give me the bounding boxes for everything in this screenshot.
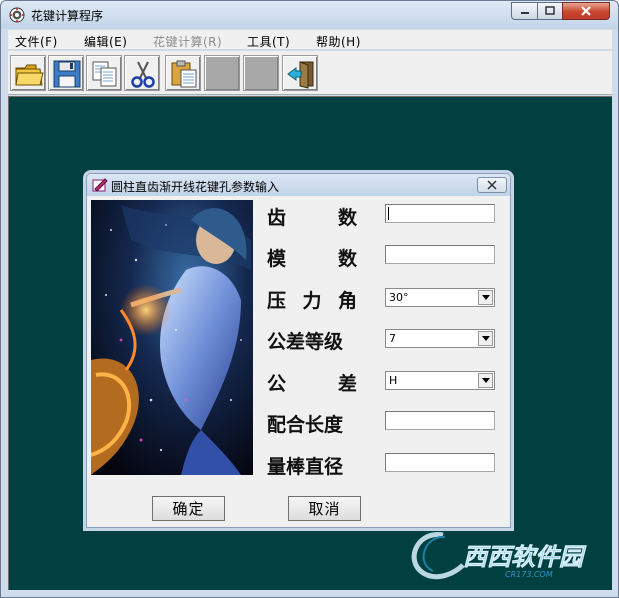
tolerance-grade-label: 公差等级 [267,331,344,353]
copy-button[interactable] [86,55,122,91]
tolerance-label-char-1: 公 [267,373,287,395]
pressure-angle-value: 30° [389,291,409,304]
module-label-char-2: 数 [337,248,357,270]
menu-tools[interactable]: 工具(T) [247,33,290,50]
dialog-icon [92,178,108,192]
exit-button[interactable] [282,55,318,91]
cut-icon [131,61,155,88]
dropdown-arrow[interactable] [478,331,493,346]
chevron-down-icon [481,378,490,383]
toolbar-blank-button-2[interactable] [243,55,279,91]
save-icon [53,60,81,88]
tolerance-label: 公 差 [267,369,357,396]
close-icon [487,180,497,190]
maximize-button[interactable] [537,2,563,20]
chevron-down-icon [481,295,490,300]
maximize-icon [545,6,555,15]
dropdown-arrow[interactable] [478,290,493,305]
pressure-angle-select[interactable]: 30° [385,288,495,307]
module-label-char-1: 模 [267,248,287,270]
title-bar[interactable]: 花键计算程序 [1,1,618,29]
illustration-image [91,200,253,475]
menu-help[interactable]: 帮助(H) [316,33,361,50]
dialog-title: 圆柱直齿渐开线花键孔参数输入 [111,180,280,194]
cancel-button[interactable]: 取消 [288,496,361,521]
tolerance-label-char-2: 差 [337,373,357,395]
open-folder-icon [15,64,44,86]
teeth-count-input[interactable] [385,204,495,223]
watermark-domain: CR173.COM [505,570,553,579]
watermark-brand: 西西软件园 [463,543,587,571]
teeth-count-label: 齿 数 [267,203,357,230]
pressure-angle-label-char-1: 压 [267,290,287,312]
pressure-angle-label-char-3: 角 [337,290,357,312]
close-icon [581,6,591,16]
gauge-pin-diameter-input[interactable] [385,453,495,472]
tolerance-grade-select[interactable]: 7 [385,329,495,348]
toolbar-blank-button-1[interactable] [204,55,240,91]
pressure-angle-label: 压 力 角 [267,286,357,313]
dialog-close-button[interactable] [477,177,507,193]
app-icon [9,7,25,23]
teeth-count-label-char-2: 数 [337,207,357,229]
copy-icon [92,61,117,87]
parameter-dialog: 圆柱直齿渐开线花键孔参数输入 齿 数 模 数 压 力 角 30° 公差等级 7 … [86,173,511,528]
pressure-angle-label-char-2: 力 [302,290,322,312]
minimize-button[interactable] [511,2,538,20]
minimize-icon [520,12,529,14]
paste-icon [171,60,197,88]
module-label: 模 数 [267,244,357,271]
fit-length-input[interactable] [385,411,495,430]
cut-button[interactable] [124,55,160,91]
gauge-pin-diameter-label: 量棒直径 [267,456,344,478]
chevron-down-icon [481,336,490,341]
teeth-count-label-char-1: 齿 [267,207,287,229]
close-button[interactable] [562,2,610,20]
menu-spline-calc[interactable]: 花键计算(R) [153,33,222,50]
open-button[interactable] [10,55,46,91]
menu-edit[interactable]: 编辑(E) [84,33,127,50]
exit-icon [287,61,314,89]
site-logo: 西西软件园 CR173.COM [411,532,587,580]
window-title: 花键计算程序 [31,9,104,23]
text-caret [388,207,389,220]
dialog-title-bar[interactable]: 圆柱直齿渐开线花键孔参数输入 [87,174,510,196]
fit-length-label: 配合长度 [267,414,344,436]
watermark-logo: 西西软件园 CR173.COM [405,525,615,585]
tolerance-select[interactable]: H [385,371,495,390]
toolbar [8,51,612,95]
ok-button[interactable]: 确定 [152,496,225,521]
paste-button[interactable] [165,55,201,91]
tolerance-grade-value: 7 [389,332,396,345]
fantasy-illustration [91,200,253,475]
dropdown-arrow[interactable] [478,373,493,388]
save-button[interactable] [48,55,84,91]
module-input[interactable] [385,245,495,264]
tolerance-value: H [389,374,398,387]
menu-bar: 文件(F) 编辑(E) 花键计算(R) 工具(T) 帮助(H) [8,30,612,50]
menu-file[interactable]: 文件(F) [15,33,58,50]
